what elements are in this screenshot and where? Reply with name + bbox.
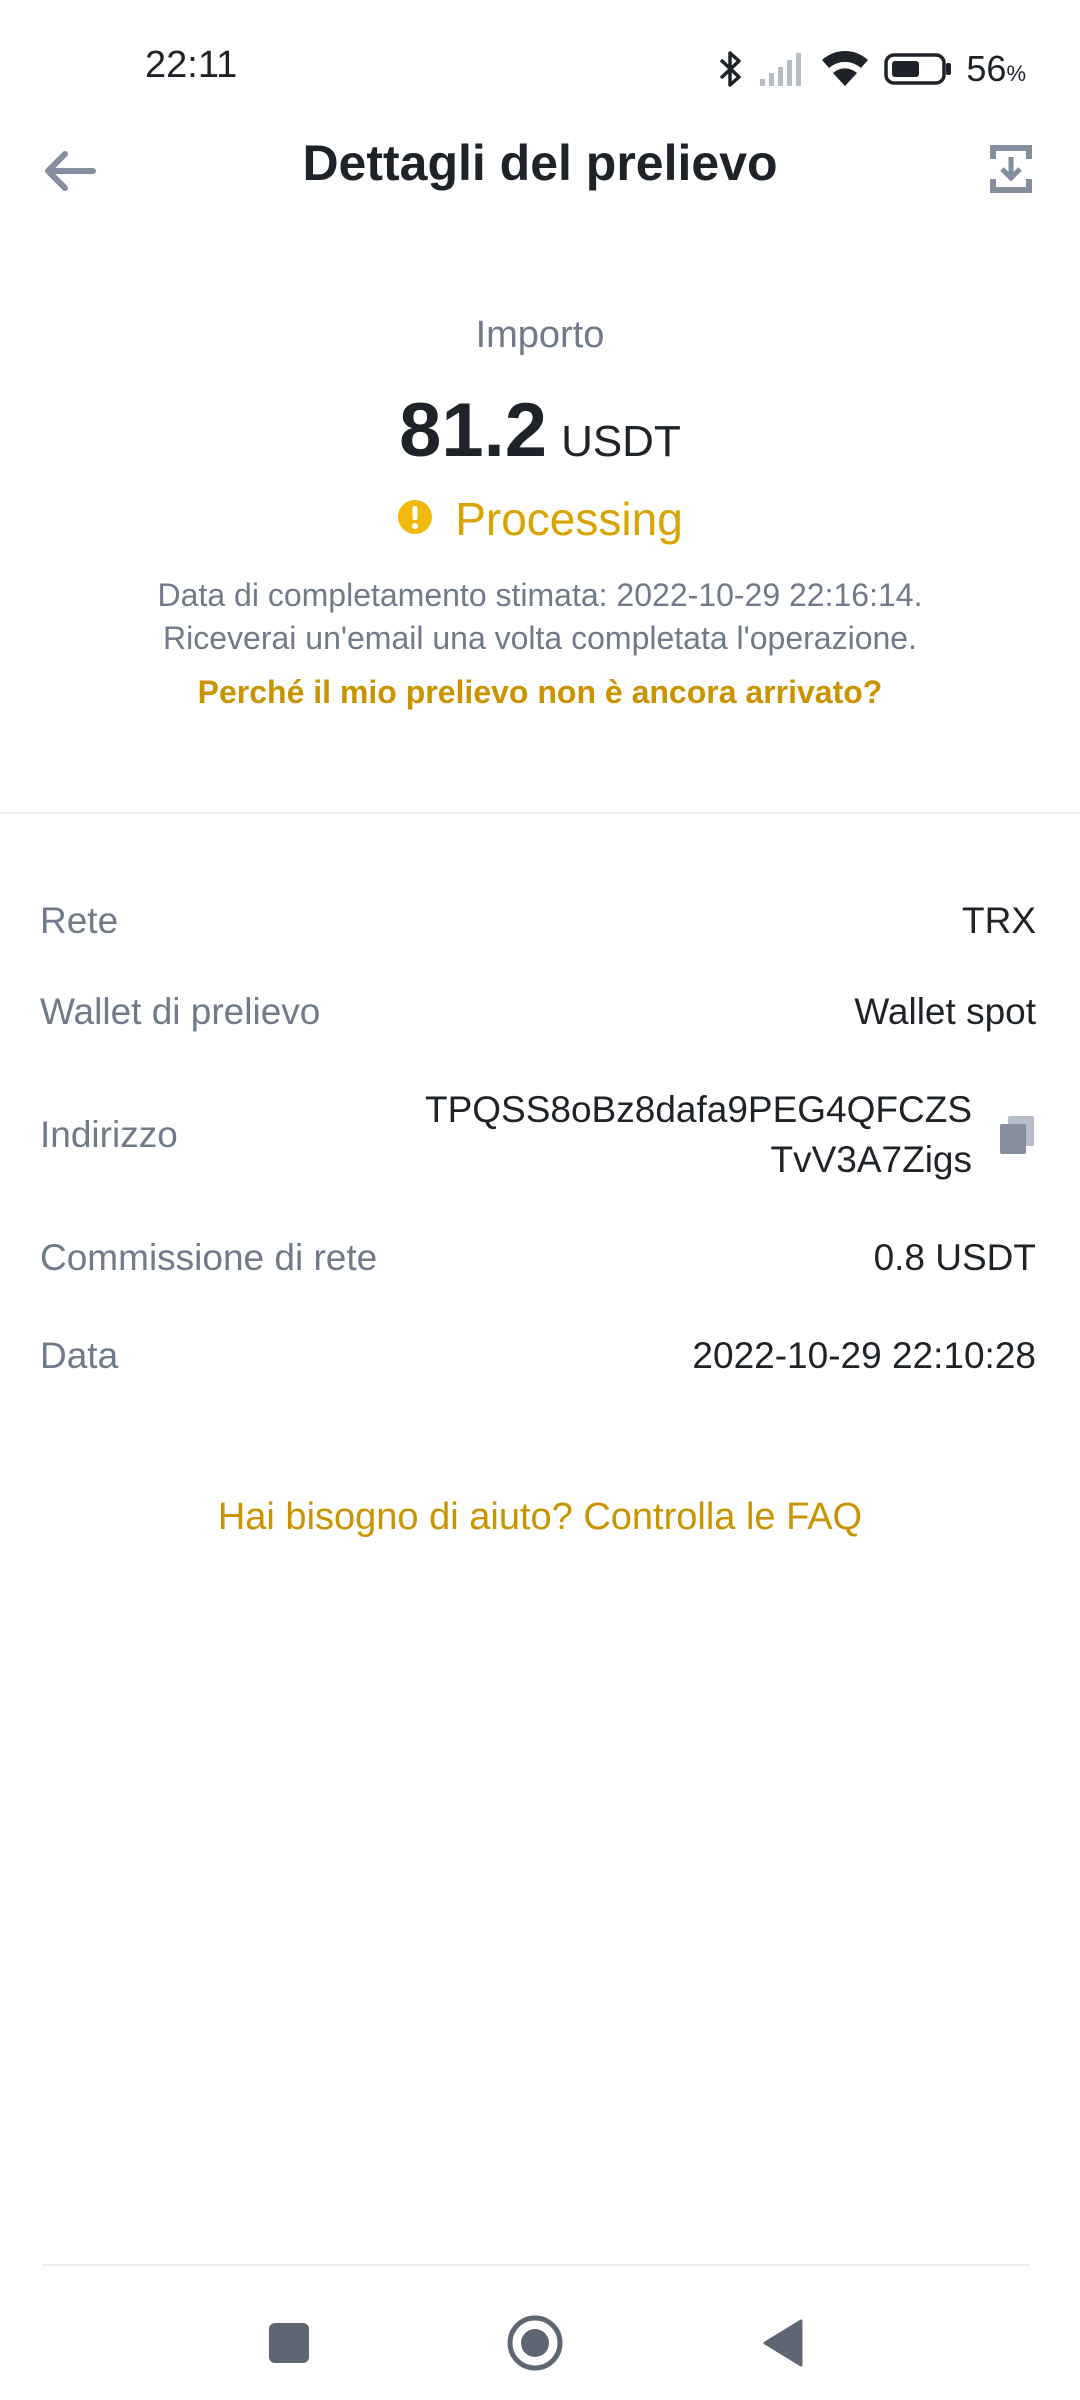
details-list: Rete TRX Wallet di prelievo Wallet spot …	[40, 880, 1036, 1404]
detail-row-network: Rete TRX	[40, 880, 1036, 962]
date-value: 2022-10-29 22:10:28	[692, 1335, 1036, 1376]
fee-label: Commissione di rete	[40, 1237, 378, 1278]
status-row: Processing	[0, 492, 1080, 546]
fee-value: 0.8 USDT	[873, 1237, 1036, 1278]
address-line-2: TvV3A7Zigs	[770, 1139, 972, 1180]
network-label: Rete	[40, 900, 119, 941]
estimated-completion: Data di completamento stimata: 2022-10-2…	[0, 574, 1080, 660]
battery-icon	[884, 52, 952, 86]
status-text: Processing	[455, 493, 683, 545]
alert-circle-icon	[397, 499, 433, 540]
address-label: Indirizzo	[40, 1114, 178, 1155]
date-label: Data	[40, 1335, 119, 1376]
amount-label: Importo	[475, 314, 605, 356]
section-divider	[0, 812, 1080, 814]
circle-icon	[506, 2314, 564, 2377]
battery-percent: 56%	[966, 48, 1026, 89]
app-header: Dettagli del prelievo	[0, 120, 1080, 220]
page-title: Dettagli del prelievo	[302, 135, 778, 191]
system-nav-bar	[0, 2290, 1080, 2400]
status-time: 22:11	[145, 44, 238, 86]
square-icon	[267, 2321, 311, 2370]
network-value: TRX	[962, 900, 1036, 941]
withdrawal-summary: Importo 81.2 USDT Processing Data di com…	[0, 300, 1080, 711]
address-value: TPQSS8oBz8dafa9PEG4QFCZS TvV3A7Zigs	[425, 1085, 1036, 1185]
triangle-back-icon	[761, 2318, 805, 2373]
export-button[interactable]	[976, 136, 1046, 206]
why-not-arrived-link[interactable]: Perché il mio prelievo non è ancora arri…	[0, 674, 1080, 711]
detail-row-date: Data 2022-10-29 22:10:28	[40, 1308, 1036, 1404]
wallet-label: Wallet di prelievo	[40, 991, 321, 1032]
address-line-1: TPQSS8oBz8dafa9PEG4QFCZS	[424, 1089, 972, 1130]
status-bar: 22:11 56%	[0, 0, 1080, 140]
detail-row-address: Indirizzo TPQSS8oBz8dafa9PEG4QFCZS TvV3A…	[40, 1062, 1036, 1208]
nav-back-button[interactable]	[748, 2310, 818, 2380]
eta-line-2: Riceverai un'email una volta completata …	[163, 620, 917, 656]
signal-icon	[758, 51, 806, 87]
faq-link[interactable]: Hai bisogno di aiuto? Controlla le FAQ	[0, 1496, 1080, 1539]
wallet-value: Wallet spot	[854, 991, 1036, 1032]
eta-line-1: Data di completamento stimata: 2022-10-2…	[157, 577, 923, 613]
amount-unit: USDT	[561, 417, 681, 466]
detail-row-wallet: Wallet di prelievo Wallet spot	[40, 962, 1036, 1062]
bluetooth-icon	[718, 49, 744, 89]
home-button[interactable]	[500, 2310, 570, 2380]
recents-button[interactable]	[254, 2310, 324, 2380]
wifi-icon	[820, 50, 870, 88]
export-download-icon	[988, 143, 1034, 200]
address-text: TPQSS8oBz8dafa9PEG4QFCZS TvV3A7Zigs	[425, 1085, 972, 1185]
copy-icon[interactable]	[998, 1114, 1036, 1156]
detail-row-fee: Commissione di rete 0.8 USDT	[40, 1208, 1036, 1308]
amount-value: 81.2	[399, 388, 548, 473]
status-icons: 56%	[718, 44, 1026, 94]
nav-divider	[42, 2264, 1030, 2266]
amount: 81.2 USDT	[0, 387, 1080, 474]
